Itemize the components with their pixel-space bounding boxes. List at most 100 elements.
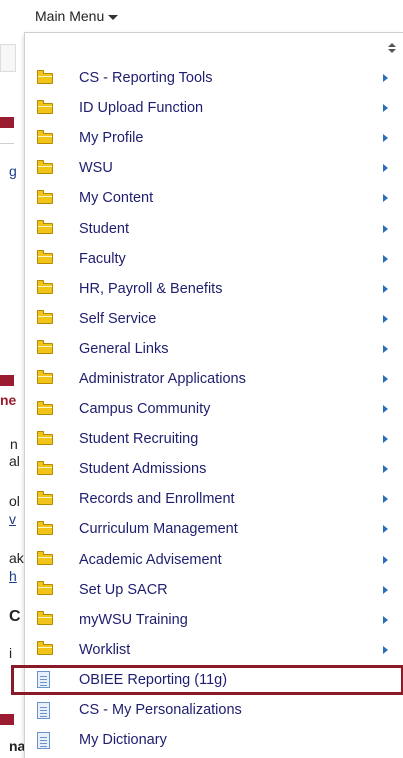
- document-icon: [37, 731, 50, 749]
- submenu-arrow-icon: [383, 104, 388, 113]
- menu-item-administrator-applications[interactable]: Administrator Applications: [25, 364, 403, 394]
- folder-icon: [37, 611, 53, 626]
- menu-item-cs-my-personalizations[interactable]: CS - My Personalizations: [25, 695, 403, 725]
- menu-item-label: Student: [79, 220, 129, 237]
- folder-icon: [37, 250, 53, 265]
- menu-item-my-profile[interactable]: My Profile: [25, 123, 403, 153]
- menu-item-label: CS - My Personalizations: [79, 702, 242, 719]
- menu-item-records-and-enrollment[interactable]: Records and Enrollment: [25, 484, 403, 514]
- folder-icon: [37, 641, 53, 656]
- background-link-fragment: v: [9, 511, 16, 527]
- folder-icon: [37, 280, 53, 295]
- menu-item-label: Set Up SACR: [79, 581, 168, 598]
- submenu-arrow-icon: [383, 194, 388, 203]
- folder-icon: [37, 520, 53, 535]
- menu-item-label: Worklist: [79, 641, 131, 658]
- background-link-fragment: g: [9, 163, 17, 179]
- menu-list: CS - Reporting Tools ID Upload Function My…: [11, 63, 403, 755]
- folder-icon: [37, 99, 53, 114]
- menu-item-academic-advisement[interactable]: Academic Advisement: [25, 545, 403, 575]
- submenu-arrow-icon: [383, 314, 388, 323]
- folder-icon: [37, 430, 53, 445]
- background-text-fragment: ak: [9, 550, 24, 566]
- background-brand-bar: [0, 714, 14, 725]
- menu-item-label: HR, Payroll & Benefits: [79, 280, 223, 297]
- submenu-arrow-icon: [383, 374, 388, 383]
- submenu-arrow-icon: [383, 405, 388, 414]
- document-icon: [37, 671, 50, 689]
- menu-item-campus-community[interactable]: Campus Community: [25, 394, 403, 424]
- menu-item-set-up-sacr[interactable]: Set Up SACR: [25, 575, 403, 605]
- background-text-fragment: n: [10, 436, 18, 452]
- scroll-indicator[interactable]: [388, 43, 396, 53]
- folder-icon: [37, 220, 53, 235]
- menu-item-curriculum-management[interactable]: Curriculum Management: [25, 514, 403, 544]
- menu-item-label: WSU: [79, 160, 113, 177]
- caret-down-icon: [108, 14, 119, 20]
- submenu-arrow-icon: [383, 615, 388, 624]
- submenu-arrow-icon: [383, 224, 388, 233]
- menu-item-label: Faculty: [79, 250, 126, 267]
- menu-item-id-upload-function[interactable]: ID Upload Function: [25, 93, 403, 123]
- document-icon: [37, 701, 50, 719]
- folder-icon: [37, 400, 53, 415]
- submenu-arrow-icon: [383, 645, 388, 654]
- submenu-arrow-icon: [383, 344, 388, 353]
- background-heading-fragment: na: [9, 738, 26, 754]
- submenu-arrow-icon: [383, 164, 388, 173]
- menu-item-label: Records and Enrollment: [79, 491, 235, 508]
- menu-item-worklist[interactable]: Worklist: [25, 635, 403, 665]
- menu-item-label: OBIEE Reporting (11g): [79, 671, 228, 688]
- menu-item-mywsu-training[interactable]: myWSU Training: [25, 605, 403, 635]
- menu-item-label: Self Service: [79, 310, 157, 327]
- menu-item-self-service[interactable]: Self Service: [25, 304, 403, 334]
- menu-item-general-links[interactable]: General Links: [25, 334, 403, 364]
- submenu-arrow-icon: [383, 465, 388, 474]
- menu-item-student-admissions[interactable]: Student Admissions: [25, 454, 403, 484]
- menu-item-label: Academic Advisement: [79, 551, 222, 568]
- page: Main Menu g ne n al ol v ak h C i na CS …: [0, 0, 403, 758]
- background-brand-bar: [0, 117, 14, 128]
- menu-item-label: Student Recruiting: [79, 431, 199, 448]
- menu-item-student[interactable]: Student: [25, 213, 403, 243]
- menu-item-label: Student Admissions: [79, 461, 207, 478]
- submenu-arrow-icon: [383, 525, 388, 534]
- folder-icon: [37, 340, 53, 355]
- menu-item-label: My Profile: [79, 130, 144, 147]
- menu-item-label: My Content: [79, 190, 154, 207]
- folder-icon: [37, 370, 53, 385]
- menu-item-label: Campus Community: [79, 401, 211, 418]
- folder-icon: [37, 69, 53, 84]
- submenu-arrow-icon: [383, 585, 388, 594]
- menu-item-student-recruiting[interactable]: Student Recruiting: [25, 424, 403, 454]
- folder-icon: [37, 490, 53, 505]
- submenu-arrow-icon: [383, 495, 388, 504]
- menu-item-wsu[interactable]: WSU: [25, 153, 403, 183]
- folder-icon: [37, 310, 53, 325]
- menu-item-label: My Dictionary: [79, 732, 167, 749]
- background-text-fragment: al: [9, 453, 20, 469]
- folder-icon: [37, 581, 53, 596]
- menu-item-my-content[interactable]: My Content: [25, 183, 403, 213]
- menu-item-cs-reporting-tools[interactable]: CS - Reporting Tools: [25, 63, 403, 93]
- scroll-down-icon: [388, 49, 396, 53]
- background-divider: [0, 143, 14, 144]
- submenu-arrow-icon: [383, 555, 388, 564]
- background-text-fragment: ol: [9, 493, 20, 509]
- menu-item-faculty[interactable]: Faculty: [25, 244, 403, 274]
- main-menu-button[interactable]: Main Menu: [35, 8, 119, 24]
- background-brand-bar: [0, 375, 14, 386]
- submenu-arrow-icon: [383, 74, 388, 83]
- folder-icon: [37, 129, 53, 144]
- background-heading-fragment: ne: [0, 392, 17, 408]
- menu-item-my-dictionary[interactable]: My Dictionary: [25, 725, 403, 755]
- menu-item-label: Curriculum Management: [79, 521, 238, 538]
- background-heading-fragment: C: [9, 608, 21, 625]
- menu-item-hr-payroll-benefits[interactable]: HR, Payroll & Benefits: [25, 274, 403, 304]
- menu-item-label: CS - Reporting Tools: [79, 70, 213, 87]
- submenu-arrow-icon: [383, 435, 388, 444]
- main-menu-dropdown: CS - Reporting Tools ID Upload Function My…: [11, 32, 403, 758]
- menu-item-obiee-reporting-11g[interactable]: OBIEE Reporting (11g): [11, 664, 403, 695]
- folder-icon: [37, 460, 53, 475]
- scroll-up-icon: [388, 43, 396, 47]
